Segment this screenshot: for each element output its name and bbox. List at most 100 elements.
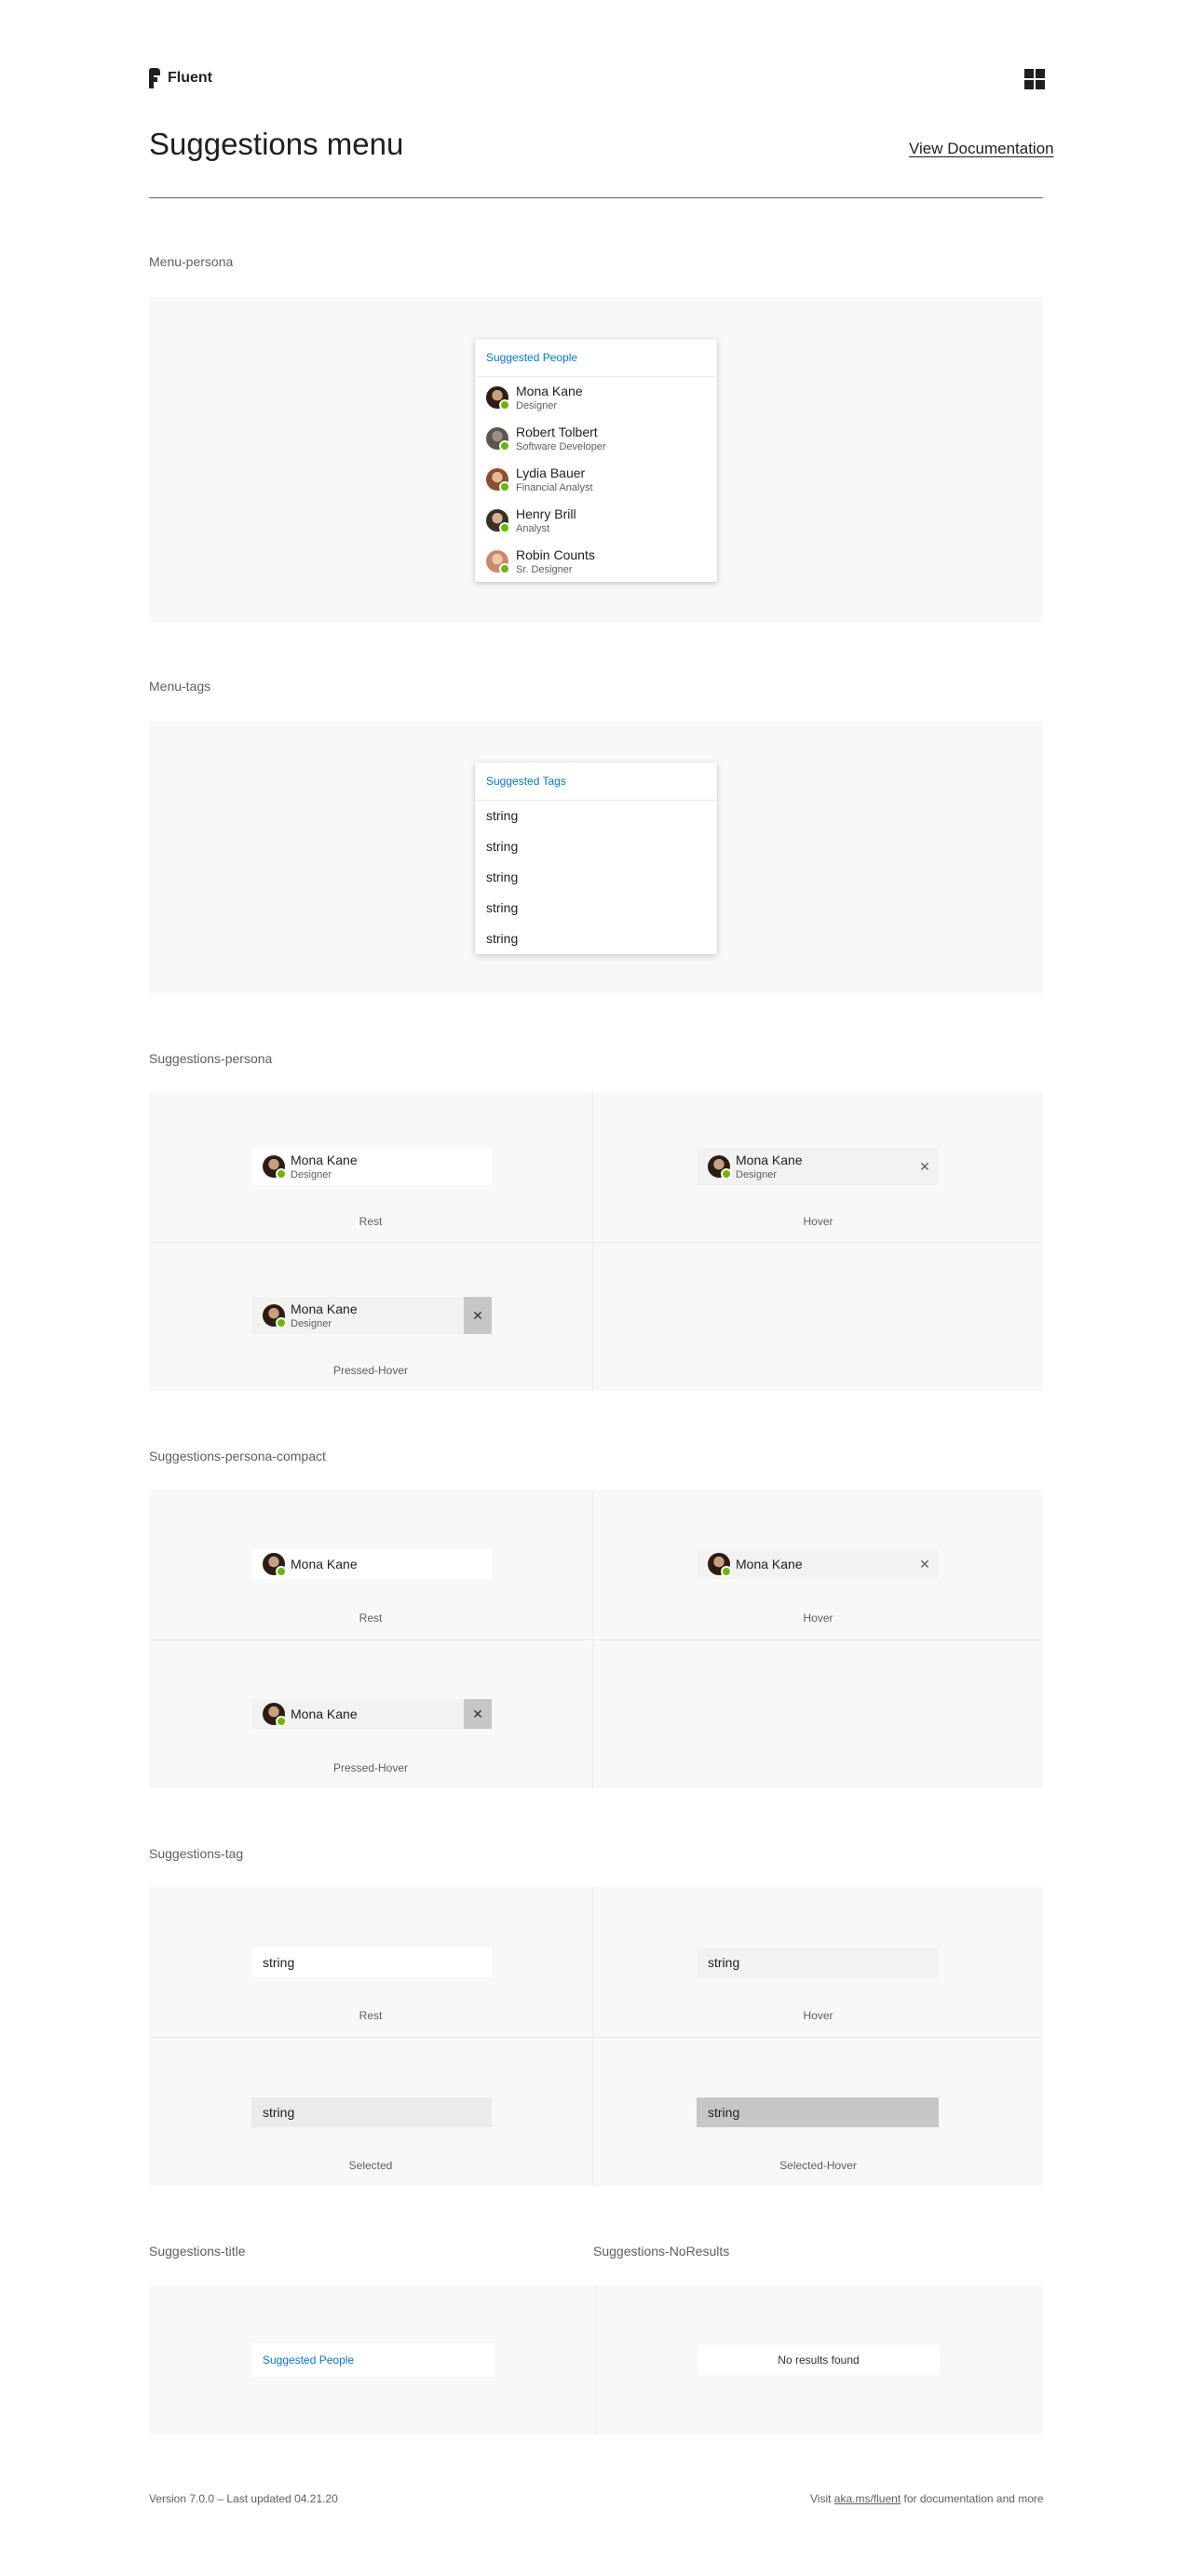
persona-name: Mona Kane [291,1557,358,1571]
state-caption: Rest [359,1215,383,1228]
close-icon[interactable]: ✕ [911,1549,939,1579]
page-title: Suggestions menu [149,127,404,161]
menu-tags-panel: Suggested Tags string string string stri… [149,721,1043,993]
presence-available-icon [499,563,510,574]
footer-visit: Visit aka.ms/fluent for documentation an… [810,2492,1044,2505]
persona-name: Mona Kane [291,1706,358,1721]
state-caption: Hover [803,1612,833,1625]
persona-name: Mona Kane [291,1153,358,1167]
presence-available-icon [721,1168,732,1180]
avatar [263,1155,287,1180]
state-cell-selected: string Selected [149,2038,592,2186]
state-caption: Rest [359,1612,383,1625]
persona-suggestion-pressed-hover[interactable]: Mona Kane Designer ✕ [251,1297,492,1334]
persona-role: Designer [736,1169,778,1180]
compact-suggestion-hover[interactable]: Mona Kane ✕ [697,1549,939,1579]
tag-item[interactable]: string [475,893,717,924]
compact-suggestion-pressed-hover[interactable]: Mona Kane ✕ [251,1699,492,1729]
persona-name: Mona Kane [736,1153,803,1167]
state-cell-hover: Mona Kane ✕ Hover [593,1490,1043,1639]
avatar [263,1304,287,1328]
state-cell-rest: Mona Kane Rest [149,1490,592,1639]
persona-item[interactable]: Robin Counts Sr. Designer [475,541,717,582]
tag-suggestion-selected[interactable]: string [251,2097,492,2127]
suggestions-persona-panel: Mona Kane Designer Rest Mona Kane Designer… [149,1092,1043,1391]
state-cell-rest: Mona Kane Designer Rest [149,1092,592,1242]
fluent-site-link[interactable]: aka.ms/fluent [834,2492,901,2505]
presence-available-icon [499,399,510,411]
persona-role: Designer [516,400,558,411]
persona-role: Designer [291,1169,332,1180]
brand-name: Fluent [168,70,212,86]
persona-name: Robert Tolbert [516,425,598,439]
state-caption: Pressed-Hover [332,1761,409,1774]
close-icon[interactable]: ✕ [911,1148,939,1185]
menu-title: Suggested People [475,339,717,377]
avatar [708,1155,732,1180]
tag-item[interactable]: string [475,924,717,954]
menu-persona-panel: Suggested People Mona Kane Designer Rober… [149,297,1043,622]
presence-available-icon [499,522,510,533]
section-label-suggestions-noresults: Suggestions-NoResults [593,2244,730,2259]
avatar [486,509,510,533]
presence-available-icon [276,1716,287,1727]
suggested-people-menu: Suggested People Mona Kane Designer Rober… [475,339,717,582]
section-label-menu-persona: Menu-persona [149,254,234,269]
tag-item[interactable]: string [475,862,717,893]
persona-name: Lydia Bauer [516,465,586,480]
section-label-menu-tags: Menu-tags [149,679,211,694]
tag-suggestion-selected-hover[interactable]: string [697,2097,939,2127]
persona-role: Software Developer [516,441,606,452]
tag-item[interactable]: string [475,831,717,862]
compact-suggestion-rest[interactable]: Mona Kane [251,1549,492,1579]
state-caption: Hover [803,1215,833,1228]
view-documentation-link[interactable]: View Documentation [909,140,1054,158]
state-cell-selected-hover: string Selected-Hover [593,2038,1043,2186]
persona-name: Mona Kane [736,1557,803,1571]
state-caption: Selected [348,2159,393,2172]
tag-suggestion-hover[interactable]: string [697,1948,939,1977]
persona-item[interactable]: Lydia Bauer Financial Analyst [475,459,717,500]
close-icon[interactable]: ✕ [464,1699,492,1729]
avatar [486,468,510,492]
state-caption: Selected-Hover [779,2159,857,2172]
state-cell-pressed-hover: Mona Kane Designer ✕ Pressed-Hover [149,1243,592,1391]
suggestions-tag-panel: string Rest string Hover string Selected… [149,1887,1043,2186]
avatar [708,1553,732,1577]
suggested-tags-menu: Suggested Tags string string string stri… [475,762,717,954]
tag-item[interactable]: string [475,801,717,831]
presence-available-icon [276,1317,287,1328]
persona-item[interactable]: Henry Brill Analyst [475,500,717,541]
close-icon[interactable]: ✕ [464,1297,492,1334]
no-results-message: No results found [698,2345,940,2375]
state-cell-rest: string Rest [149,1887,592,2037]
persona-name: Robin Counts [516,547,595,562]
presence-available-icon [276,1168,287,1180]
persona-name: Mona Kane [516,384,583,398]
presence-available-icon [276,1566,287,1577]
state-cell-pressed-hover: Mona Kane ✕ Pressed-Hover [149,1640,592,1788]
persona-role: Analyst [516,523,550,534]
windows-grid-icon[interactable] [1024,69,1045,89]
persona-role: Sr. Designer [516,564,573,575]
brand-logo[interactable]: Fluent [149,68,212,88]
footer-visit-suffix: for documentation and more [901,2492,1044,2505]
version-info: Version 7.0.0 – Last updated 04.21.20 [149,2492,338,2505]
tag-suggestion-rest[interactable]: string [251,1948,492,1977]
persona-suggestion-hover[interactable]: Mona Kane Designer ✕ [697,1148,939,1185]
persona-item[interactable]: Robert Tolbert Software Developer [475,418,717,459]
avatar [486,550,510,574]
avatar [263,1553,287,1577]
state-cell-hover: Mona Kane Designer ✕ Hover [593,1092,1043,1242]
persona-item[interactable]: Mona Kane Designer [475,377,717,418]
section-label-suggestions-tag: Suggestions-tag [149,1846,244,1861]
persona-suggestion-rest[interactable]: Mona Kane Designer [251,1148,492,1185]
presence-available-icon [499,440,510,452]
avatar [263,1703,287,1727]
panel-divider [595,2286,596,2434]
state-caption: Pressed-Hover [332,1364,409,1377]
persona-role: Designer [291,1318,332,1329]
presence-available-icon [721,1566,732,1577]
presence-available-icon [499,481,510,492]
avatar [486,427,510,452]
